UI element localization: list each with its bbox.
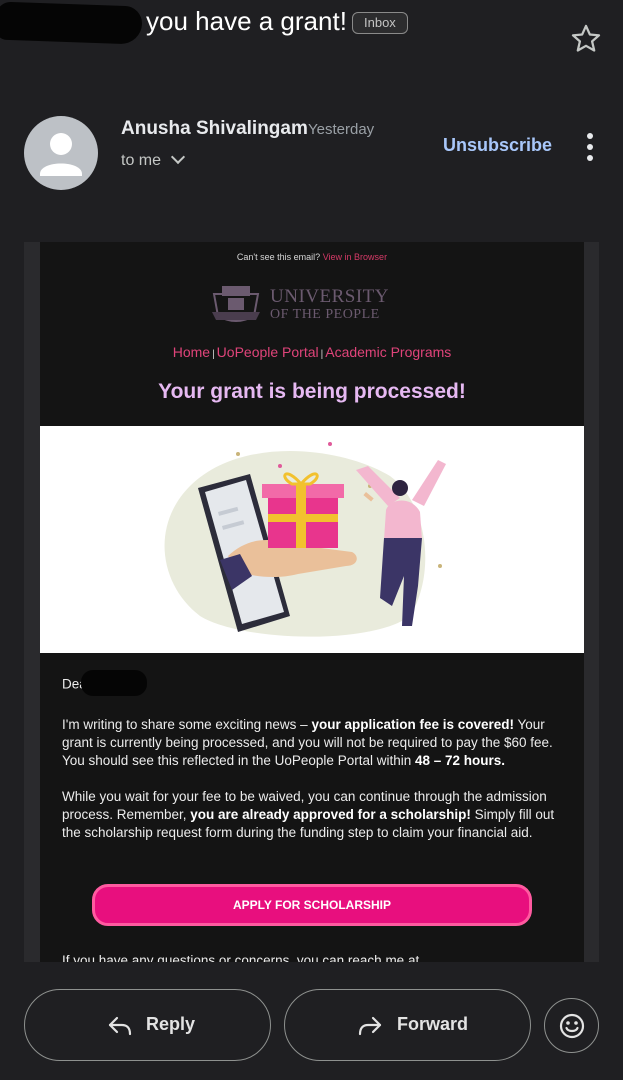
nav-link-home[interactable]: Home [173, 344, 210, 360]
crest-icon [212, 286, 260, 322]
emoji-reaction-button[interactable] [544, 998, 599, 1053]
contact-paragraph-cutoff: If you have any questions or concerns, y… [62, 953, 420, 962]
apply-for-scholarship-button[interactable]: APPLY FOR SCHOLARSHIP [92, 884, 532, 926]
email-nav: Home | UoPeople Portal | Academic Programs [172, 344, 452, 360]
email-body: Dea I'm writing to share some exciting n… [62, 670, 572, 860]
message-time: Yesterday [308, 121, 375, 138]
star-icon[interactable] [569, 22, 603, 56]
more-vert-icon[interactable] [580, 130, 600, 164]
email-subject: you have a grant! [146, 6, 347, 36]
nav-link-portal[interactable]: UoPeople Portal [217, 344, 319, 360]
forward-label: Forward [397, 1014, 469, 1034]
university-logo[interactable]: UNIVERSITY OF THE PEOPLE [208, 282, 428, 326]
email-headline: Your grant is being processed! [158, 380, 466, 403]
gift-illustration [164, 442, 446, 637]
redacted-subject-prefix [0, 1, 143, 45]
paragraph-scholarship: While you wait for your fee to be waived… [62, 788, 572, 842]
redacted-recipient-name [80, 670, 147, 696]
reply-label: Reply [146, 1014, 196, 1034]
email-content: Can't see this email? View in Browser UN… [40, 242, 584, 962]
p1-bold-fee-covered: your application fee is covered! [311, 717, 514, 732]
view-in-browser-link[interactable]: View in Browser [323, 252, 387, 262]
logo-text-university: UNIVERSITY [270, 286, 389, 307]
nav-link-programs[interactable]: Academic Programs [325, 344, 451, 360]
sender-row: Anusha Shivalingam Yesterday to me Unsub… [0, 108, 623, 198]
inbox-label-badge[interactable]: Inbox [352, 12, 408, 34]
logo-text-people: OF THE PEOPLE [270, 307, 380, 322]
reply-icon [108, 1016, 132, 1036]
subject-row: you have a grant! Inbox [0, 0, 623, 60]
paragraph-fee-covered: I'm writing to share some exciting news … [62, 716, 572, 770]
preheader: Can't see this email? View in Browser [40, 252, 584, 262]
reply-button[interactable]: Reply [24, 989, 271, 1061]
forward-icon [358, 1016, 382, 1036]
forward-button[interactable]: Forward [284, 989, 531, 1061]
sender-name[interactable]: Anusha Shivalingam [121, 118, 308, 140]
p1-text-a: I'm writing to share some exciting news … [62, 717, 312, 732]
emoji-icon [559, 1013, 585, 1039]
preheader-text: Can't see this email? [236, 252, 321, 262]
avatar[interactable] [24, 116, 98, 190]
hero-illustration [40, 426, 584, 653]
chevron-down-icon [170, 149, 186, 165]
recipient-label: to me [121, 152, 162, 169]
message-actions-bar: Reply Forward [0, 980, 623, 1080]
p2-bold-approved: you are already approved for a scholarsh… [190, 807, 471, 822]
person-icon [40, 133, 82, 176]
p1-bold-timeframe: 48 – 72 hours. [414, 753, 506, 768]
unsubscribe-button[interactable]: Unsubscribe [443, 135, 552, 156]
greeting: Dea [62, 670, 572, 698]
recipient-details-toggle[interactable]: to me [121, 149, 186, 170]
